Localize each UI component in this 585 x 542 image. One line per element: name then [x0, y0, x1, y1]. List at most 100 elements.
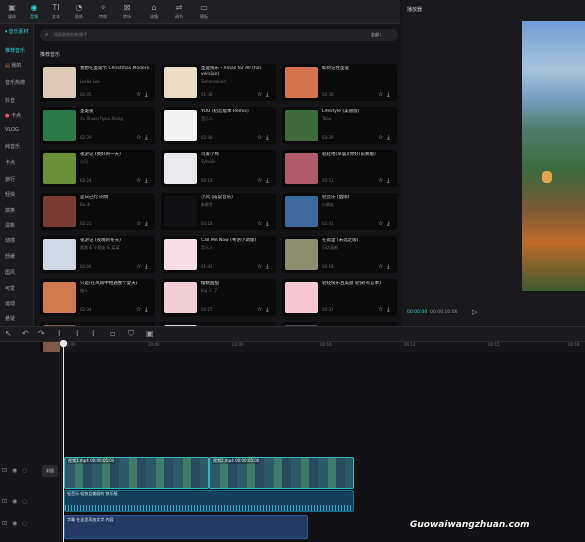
song-card[interactable]: Lifestyle (美丽版) Tobu 03:29 ☆ ⤓ [282, 107, 397, 144]
song-card[interactable]: 如何记住圣诞 02:38 ☆ ⤓ [282, 64, 397, 101]
tool-transition[interactable]: ⊠ 转场 [116, 3, 138, 23]
sidebar-item-hot[interactable]: 音乐热榜 [0, 77, 34, 90]
song-card[interactable]: 夜游记 (我好的一天) 小可 02:24 ☆ ⤓ [40, 150, 155, 187]
sidebar-item-soothing[interactable]: 舒缓 [0, 251, 34, 264]
play-button[interactable]: ▷ [472, 308, 477, 316]
download-icon[interactable]: ⤓ [387, 263, 390, 271]
tool-adjust[interactable]: ⇌ 调节 [168, 3, 190, 23]
song-card[interactable]: 圣诞夜 Xu Shulai Ryuu Xiong 02:39 ☆ ⤓ [40, 107, 155, 144]
sidebar-item-suspense[interactable]: 悬疑 [0, 313, 34, 326]
audio-eye-icon[interactable]: ◉ [12, 498, 17, 505]
text-volume-icon[interactable]: ◌ [22, 520, 27, 527]
favorite-star-icon[interactable]: ☆ [378, 306, 383, 313]
song-card[interactable]: 可爱小熊 Sylvain 02:19 ☆ ⤓ [161, 150, 276, 187]
crop-icon[interactable]: ▣ [146, 329, 154, 338]
sidebar-item-cute[interactable]: 可爱 [0, 283, 34, 296]
subtitle-clip[interactable]: 字幕 在这里添加文字 内容 [64, 515, 308, 539]
tool-text[interactable]: TI 文本 [45, 3, 67, 23]
download-icon[interactable]: ⤓ [266, 134, 269, 142]
download-icon[interactable]: ⤓ [145, 177, 148, 185]
sidebar-item-pure[interactable]: 纯音乐 [0, 141, 34, 154]
mute-icon[interactable]: ◌ [22, 467, 27, 474]
song-card[interactable]: 是日己行 的情 Ba 木 02:21 ☆ ⤓ [40, 193, 155, 230]
favorite-star-icon[interactable]: ☆ [378, 134, 383, 141]
favorite-star-icon[interactable]: ☆ [257, 306, 262, 313]
song-card[interactable]: 樱桃甜甜 Kaj 人 了 02:27 ☆ ⤓ [161, 279, 276, 316]
song-card[interactable]: 在雨里 (未选定版) 乐坊清新 02:18 ☆ ⤓ [282, 236, 397, 273]
timeline-area[interactable] [0, 352, 585, 542]
tool-template[interactable]: ▭ 模板 [193, 3, 215, 23]
tool-effects[interactable]: ✧ 特效 [92, 3, 114, 23]
sidebar-item-music-library[interactable]: ▾音乐素材 [0, 26, 34, 39]
song-card[interactable]: 圣诞快乐 - Xmas for All (full version) Sommso… [161, 64, 276, 101]
download-icon[interactable]: ⤓ [145, 306, 148, 314]
favorite-star-icon[interactable]: ☆ [136, 134, 141, 141]
favorite-star-icon[interactable]: ☆ [378, 91, 383, 98]
song-card[interactable]: 只是(在风雨中相遇整个夏天) 旅人 02:34 ☆ ⤓ [40, 279, 155, 316]
tool-media[interactable]: ▣ 媒体 [1, 3, 23, 23]
trim-left-icon[interactable]: I [76, 329, 78, 338]
favorite-star-icon[interactable]: ☆ [378, 263, 383, 270]
playhead-handle[interactable] [60, 340, 67, 347]
text-eye-icon[interactable]: ◉ [12, 520, 17, 527]
delete-icon[interactable]: ▫ [110, 329, 115, 338]
trim-right-icon[interactable]: I [92, 329, 94, 338]
song-card[interactable]: 轻轻地(早晨)(你好(前奏版) 02:51 ☆ ⤓ [282, 150, 397, 187]
download-icon[interactable]: ⤓ [266, 177, 269, 185]
sidebar-item-travel[interactable]: 旅行 [0, 174, 34, 187]
sidebar-item-mine[interactable]: ▤ 我的 [0, 60, 34, 73]
tool-filter[interactable]: ⌂ 滤镜 [143, 3, 165, 23]
audio-volume-icon[interactable]: ◌ [22, 498, 27, 505]
sidebar-item-light[interactable]: 轻快 [0, 189, 34, 202]
video-clip-1[interactable]: 视频1.mp4 00:00:05:00 [64, 457, 209, 489]
favorite-star-icon[interactable]: ☆ [136, 263, 141, 270]
sidebar-item-sport[interactable]: 运动 [0, 298, 34, 311]
favorite-star-icon[interactable]: ☆ [257, 134, 262, 141]
tool-audio[interactable]: ◉ 音频 [23, 3, 45, 23]
download-icon[interactable]: ⤓ [145, 263, 148, 271]
sidebar-item-dynamic[interactable]: 动感 [0, 235, 34, 248]
favorite-star-icon[interactable]: ☆ [257, 91, 262, 98]
song-card[interactable]: 夜游记 (夜晚的冬天) 晨晨 & 小朋友 & 某某 02:06 ☆ ⤓ [40, 236, 155, 273]
favorite-star-icon[interactable]: ☆ [136, 177, 141, 184]
favorite-star-icon[interactable]: ☆ [378, 177, 383, 184]
download-icon[interactable]: ⤓ [145, 134, 148, 142]
favorite-star-icon[interactable]: ☆ [136, 306, 141, 313]
cover-button[interactable]: 封面 [42, 465, 58, 477]
download-icon[interactable]: ⤓ [387, 134, 390, 142]
filter-dropdown[interactable]: 全部 ⫶ [365, 31, 387, 39]
sidebar-item-funny[interactable]: 搞笑 [0, 205, 34, 218]
favorite-star-icon[interactable]: ☆ [257, 220, 262, 227]
song-card[interactable]: 轻音乐 (烟雨) 小朋友 02:41 ☆ ⤓ [282, 193, 397, 230]
download-icon[interactable]: ⤓ [145, 220, 148, 228]
download-icon[interactable]: ⤓ [387, 91, 390, 99]
sidebar-item-chinese-style[interactable]: 国风 [0, 267, 34, 280]
sidebar-item-douyin[interactable]: 抖音 [0, 95, 34, 108]
audio-lock-icon[interactable]: ⊡ [2, 498, 7, 505]
sidebar-item-fresh[interactable]: 清新 [0, 220, 34, 233]
download-icon[interactable]: ⤓ [387, 306, 390, 314]
song-card[interactable]: YOU (初恋版本 Remix) 音乐人 02:48 ☆ ⤓ [161, 107, 276, 144]
song-card[interactable]: 我想在圣诞节 Christmas Modern Leslie Lee 02:05 ☆ ⤓ [40, 64, 155, 101]
download-icon[interactable]: ⤓ [266, 91, 269, 99]
sidebar-item-beat-2[interactable]: 卡点 [0, 157, 34, 170]
search-bar[interactable]: ⌕ 搜索歌曲名称/歌手 [40, 29, 398, 41]
redo-icon[interactable]: ↷ [38, 329, 45, 338]
favorite-star-icon[interactable]: ☆ [136, 220, 141, 227]
download-icon[interactable]: ⤓ [145, 91, 148, 99]
favorite-star-icon[interactable]: ☆ [257, 177, 262, 184]
song-card[interactable]: 小风 (成说音乐) 新歌手 03:18 ☆ ⤓ [161, 193, 276, 230]
search-input[interactable]: 搜索歌曲名称/歌手 [54, 29, 87, 41]
song-card[interactable]: 轻轻快乐且美丽 轻快(有言本) 02:37 ☆ ⤓ [282, 279, 397, 316]
favorite-star-icon[interactable]: ☆ [257, 263, 262, 270]
favorite-star-icon[interactable]: ☆ [378, 220, 383, 227]
download-icon[interactable]: ⤓ [266, 306, 269, 314]
download-icon[interactable]: ⤓ [387, 220, 390, 228]
download-icon[interactable]: ⤓ [266, 220, 269, 228]
download-icon[interactable]: ⤓ [266, 263, 269, 271]
tool-sticker[interactable]: ◔ 贴纸 [68, 3, 90, 23]
sidebar-item-beat[interactable]: ● 卡点 [0, 110, 34, 123]
split-icon[interactable]: I [58, 329, 60, 338]
shield-icon[interactable]: ⛉ [128, 329, 134, 339]
undo-icon[interactable]: ↶ [22, 329, 29, 338]
